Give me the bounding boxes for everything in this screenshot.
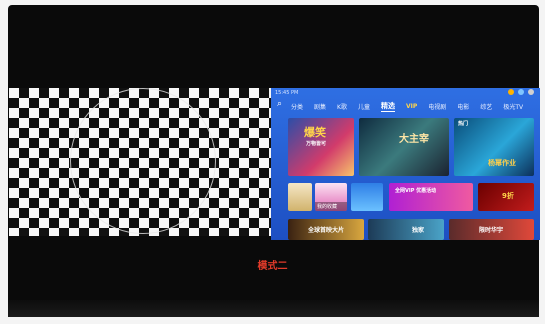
tv-bottom-edge: [8, 300, 539, 317]
tile-limited-title: 限时华宇: [479, 227, 504, 234]
nav-item-4[interactable]: 精选: [380, 101, 395, 112]
tile-movie[interactable]: 全球首映大片: [288, 219, 364, 240]
tile-comedy-sub: 万物皆可: [306, 141, 327, 147]
tile-vip-banner[interactable]: 全网VIP 优惠活动: [389, 183, 473, 211]
favorites-label: 我的收藏: [315, 202, 347, 211]
tile-exclusive-title: 独家: [412, 227, 425, 234]
nav-item-2[interactable]: K歌: [337, 102, 347, 111]
nav-item-8[interactable]: 综艺: [480, 102, 492, 111]
tile-mini-2[interactable]: [351, 183, 383, 211]
settings-icon[interactable]: [528, 89, 534, 95]
tile-series-title: 杨幂作业: [488, 159, 516, 167]
tile-promo[interactable]: 9折: [478, 183, 534, 211]
nav-item-5[interactable]: VIP: [406, 103, 417, 110]
test-circle: [70, 88, 216, 234]
nav-item-0[interactable]: 分类: [291, 102, 303, 111]
notification-icon[interactable]: [508, 89, 514, 95]
status-time: 15:45 PM: [275, 90, 299, 96]
tile-favorites[interactable]: 我的收藏: [315, 183, 347, 211]
nav-bar: 分类 剧集 K歌 儿童 精选 VIP 电视剧 电影 综艺 极光TV: [271, 98, 540, 114]
nav-item-1[interactable]: 剧集: [314, 102, 326, 111]
tile-drama[interactable]: 大主宰: [359, 118, 449, 176]
tile-comedy-title: 爆笑: [304, 126, 326, 139]
nav-item-9[interactable]: 极光TV: [503, 102, 523, 111]
nav-item-3[interactable]: 儿童: [358, 102, 370, 111]
tile-drama-title: 大主宰: [399, 134, 429, 145]
tile-limited[interactable]: 限时华宇: [449, 219, 534, 240]
promo-label: 9折: [502, 192, 514, 200]
photo-frame: 15:45 PM ⌕ 分类 剧集 K歌 儿童 精选 VIP 电视剧 电影 综艺 …: [0, 0, 545, 324]
nav-item-7[interactable]: 电影: [457, 102, 469, 111]
tile-mini-1[interactable]: [288, 183, 312, 211]
tile-series-sub: 热门: [458, 121, 469, 127]
tile-series[interactable]: 杨幂作业 热门: [454, 118, 534, 176]
caption-mode: 模式二: [257, 261, 288, 272]
vip-banner-text: 全网VIP 优惠活动: [395, 188, 437, 194]
user-icon[interactable]: [518, 89, 524, 95]
tile-exclusive[interactable]: 独家: [368, 219, 444, 240]
nav-item-6[interactable]: 电视剧: [428, 102, 446, 111]
tile-movie-title: 全球首映大片: [308, 227, 345, 234]
tile-comedy[interactable]: 爆笑 万物皆可: [288, 118, 354, 176]
tv-home-ui: 15:45 PM ⌕ 分类 剧集 K歌 儿童 精选 VIP 电视剧 电影 综艺 …: [271, 88, 540, 240]
status-icons: [508, 89, 534, 95]
